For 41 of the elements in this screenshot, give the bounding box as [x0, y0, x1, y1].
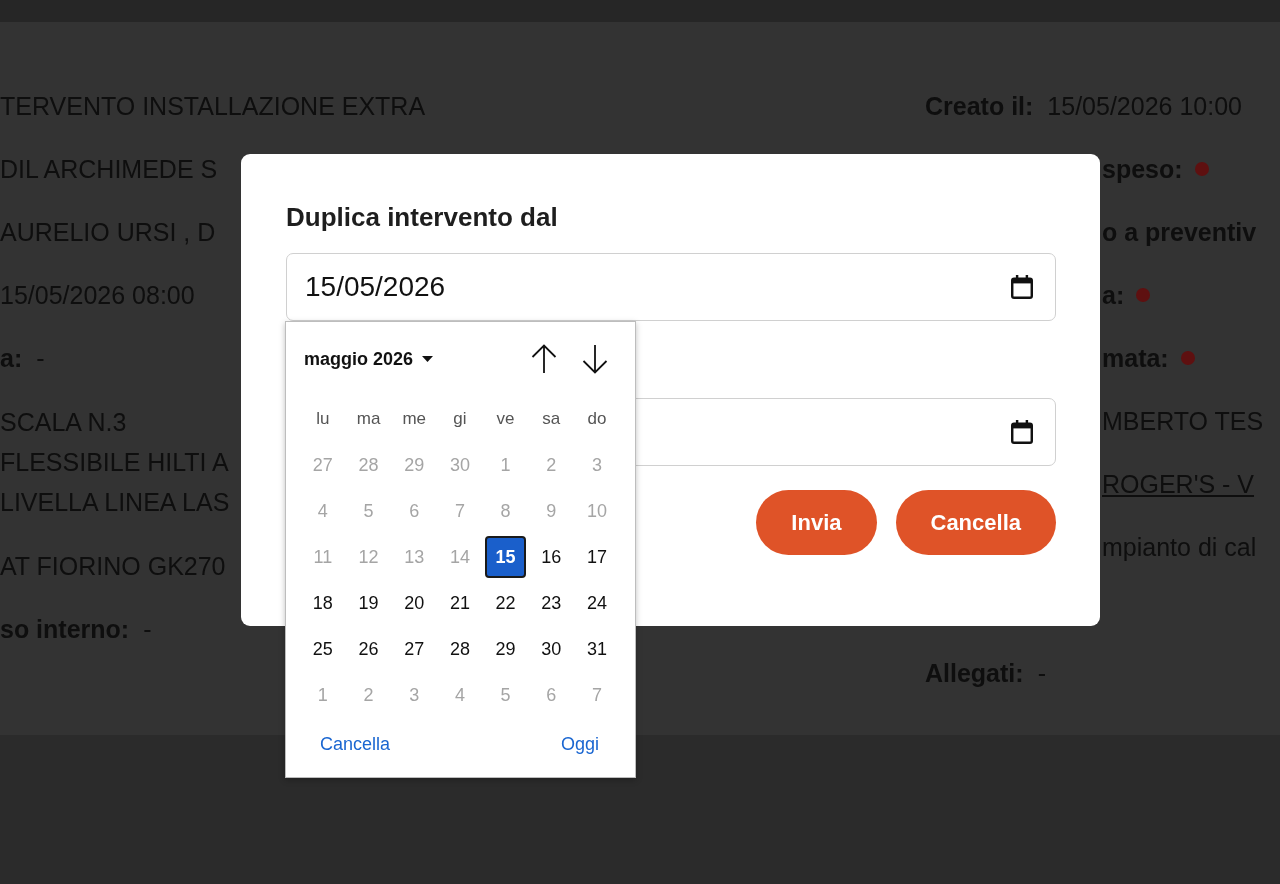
calendar-day[interactable]: 19 — [348, 582, 390, 624]
weekday-label: ma — [355, 408, 382, 431]
weekday-label: me — [401, 408, 428, 431]
calendar-icon — [1011, 420, 1033, 444]
calendar-day[interactable]: 18 — [302, 582, 344, 624]
calendar-day[interactable]: 22 — [485, 582, 527, 624]
calendar-day[interactable]: 31 — [576, 628, 618, 670]
field-value: - — [1037, 658, 1046, 689]
arrow-down-icon — [582, 344, 608, 374]
calendar-day[interactable]: 15 — [485, 536, 527, 578]
calendar-day[interactable]: 27 — [393, 628, 435, 670]
weekday-label: sa — [541, 408, 562, 431]
today-link[interactable]: Oggi — [560, 732, 599, 756]
calendar-day[interactable]: 25 — [302, 628, 344, 670]
calendar-day[interactable]: 21 — [439, 582, 481, 624]
calendar-day[interactable]: 26 — [348, 628, 390, 670]
calendar-day[interactable]: 20 — [393, 582, 435, 624]
calendar-day[interactable]: 29 — [485, 628, 527, 670]
field-value: - — [36, 343, 45, 374]
calendar-day[interactable]: 24 — [576, 582, 618, 624]
calendar-day[interactable]: 30 — [530, 628, 572, 670]
field-value: - — [143, 614, 152, 645]
weekday-label: lu — [315, 408, 331, 431]
caret-icon — [422, 356, 434, 362]
date-field[interactable]: 15/05/2026 — [286, 253, 1056, 321]
calendar-icon — [1011, 275, 1033, 299]
month-year-button[interactable]: maggio 2026 — [304, 345, 434, 373]
next-month-button[interactable] — [582, 344, 608, 374]
calendar-day[interactable]: 23 — [530, 582, 572, 624]
weekday-label: gi — [452, 408, 468, 431]
calendar-day[interactable]: 17 — [576, 536, 618, 578]
cancel-button[interactable]: Cancella — [895, 490, 1056, 555]
previous-month-button[interactable] — [531, 344, 557, 374]
calendar-day[interactable]: 16 — [530, 536, 572, 578]
send-button[interactable]: Invia — [756, 490, 877, 555]
calendar-day[interactable]: 28 — [439, 628, 481, 670]
weekday-label: ve — [495, 408, 516, 431]
weekday-label: do — [586, 408, 608, 431]
dialog-title: Duplica intervento dal — [286, 201, 559, 233]
arrow-up-icon — [531, 344, 557, 374]
clear-link[interactable]: Cancella — [320, 732, 391, 756]
